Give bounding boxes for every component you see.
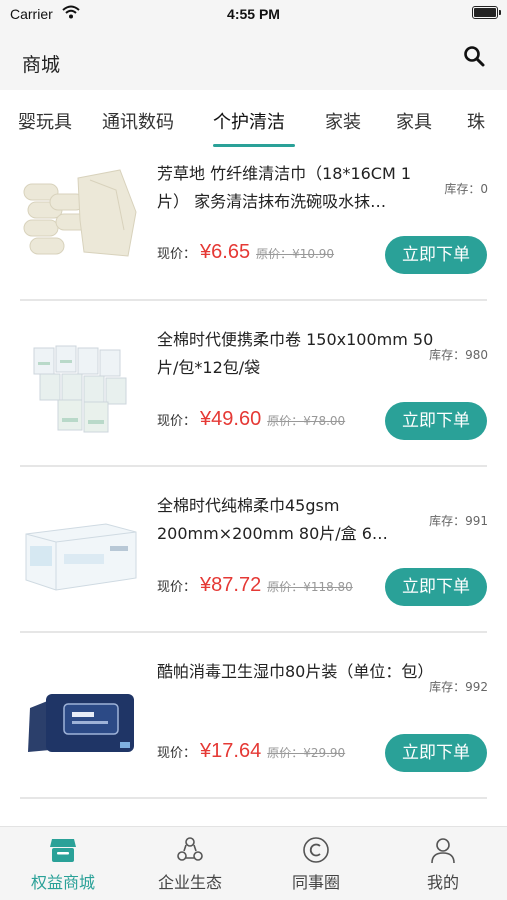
divider <box>20 299 487 301</box>
store-icon <box>50 839 76 862</box>
tabbar-label: 同事圈 <box>291 873 340 892</box>
product-stock: 库存：980 <box>429 348 488 362</box>
price-label: 现价： <box>157 580 197 595</box>
current-price: ¥87.72 <box>200 574 262 596</box>
product-item[interactable]: 芳草地 竹纤维清洁巾（18*16CM 1片） 家务清洁抹布洗碗吸水抹… 库存：0… <box>0 152 507 318</box>
price-row: 现价： ¥17.64 原价：¥29.90 <box>157 740 345 770</box>
page-title: 商城 <box>22 54 61 76</box>
price-row: 现价： ¥6.65 原价：¥10.90 <box>157 241 334 271</box>
buy-now-button[interactable]: 立即下单 <box>385 236 487 274</box>
buy-now-button[interactable]: 立即下单 <box>385 402 487 440</box>
buy-now-button[interactable]: 立即下单 <box>385 568 487 606</box>
product-image <box>20 160 140 270</box>
product-stock: 库存：0 <box>444 182 488 196</box>
bottom-tab-bar: 权益商城 企业生态 同事圈 我的 <box>0 826 507 900</box>
profile-icon <box>431 838 455 864</box>
tab-toys[interactable]: 婴玩具 <box>18 108 72 134</box>
buy-now-button[interactable]: 立即下单 <box>385 734 487 772</box>
product-item[interactable]: 酷帕消毒卫生湿巾80片装（单位：包） 库存：992 现价： ¥17.64 原价：¥2… <box>0 650 507 816</box>
product-stock: 库存：992 <box>429 680 488 694</box>
battery-icon <box>472 6 501 19</box>
product-name: 全棉时代纯棉柔巾45gsm 200mm×200mm 80片/盒 6… <box>157 496 388 543</box>
status-bar: Carrier 4:55 PM <box>0 0 507 28</box>
tab-digital[interactable]: 通讯数码 <box>102 108 174 134</box>
divider <box>20 631 487 633</box>
product-item[interactable]: 全棉时代便携柔巾卷 150x100mm 50片/包*12包/袋 库存：980 现… <box>0 318 507 484</box>
tab-home-decor[interactable]: 家装 <box>325 108 361 134</box>
ecosystem-icon <box>177 837 203 861</box>
tabbar-item-colleagues[interactable]: 同事圈 <box>253 827 379 900</box>
product-image <box>20 660 140 770</box>
current-price: ¥6.65 <box>200 241 251 263</box>
original-price: 原价：¥29.90 <box>267 746 346 760</box>
tab-jewelry[interactable]: 珠 <box>467 108 485 134</box>
price-row: 现价： ¥87.72 原价：¥118.80 <box>157 574 353 604</box>
clock: 4:55 PM <box>227 6 280 22</box>
tabbar-label: 企业生态 <box>157 873 222 892</box>
category-tabs: 婴玩具 通讯数码 个护清洁 家装 家具 珠 <box>0 90 507 152</box>
current-price: ¥17.64 <box>200 740 262 762</box>
nav-bar: 商城 <box>0 28 507 90</box>
active-tab-indicator <box>213 144 295 147</box>
tab-personal-care[interactable]: 个护清洁 <box>213 108 285 134</box>
colleague-circle-icon <box>303 837 329 863</box>
product-list: 芳草地 竹纤维清洁巾（18*16CM 1片） 家务清洁抹布洗碗吸水抹… 库存：0… <box>0 152 507 826</box>
original-price: 原价：¥10.90 <box>256 247 335 261</box>
product-name: 酷帕消毒卫生湿巾80片装（单位：包） <box>157 662 434 681</box>
tabbar-item-ecosystem[interactable]: 企业生态 <box>127 827 253 900</box>
tabbar-label: 我的 <box>426 873 459 892</box>
product-item[interactable]: 全棉时代纯棉柔巾45gsm 200mm×200mm 80片/盒 6… 库存：99… <box>0 484 507 650</box>
price-row: 现价： ¥49.60 原价：¥78.00 <box>157 408 345 438</box>
original-price: 原价：¥78.00 <box>267 414 346 428</box>
price-label: 现价： <box>157 247 197 262</box>
tabbar-item-profile[interactable]: 我的 <box>380 827 506 900</box>
price-label: 现价： <box>157 414 197 429</box>
original-price: 原价：¥118.80 <box>267 580 353 594</box>
product-name: 全棉时代便携柔巾卷 150x100mm 50片/包*12包/袋 <box>157 330 434 377</box>
tabbar-label: 权益商城 <box>30 873 95 892</box>
product-name: 芳草地 竹纤维清洁巾（18*16CM 1片） 家务清洁抹布洗碗吸水抹… <box>157 164 412 211</box>
product-stock: 库存：991 <box>429 514 488 528</box>
tab-furniture[interactable]: 家具 <box>396 108 432 134</box>
product-image <box>20 328 140 438</box>
price-label: 现价： <box>157 746 197 761</box>
current-price: ¥49.60 <box>200 408 262 430</box>
divider <box>20 797 487 799</box>
divider <box>20 465 487 467</box>
search-icon[interactable] <box>462 44 486 68</box>
product-image <box>20 494 140 604</box>
tabbar-item-store[interactable]: 权益商城 <box>0 827 126 900</box>
